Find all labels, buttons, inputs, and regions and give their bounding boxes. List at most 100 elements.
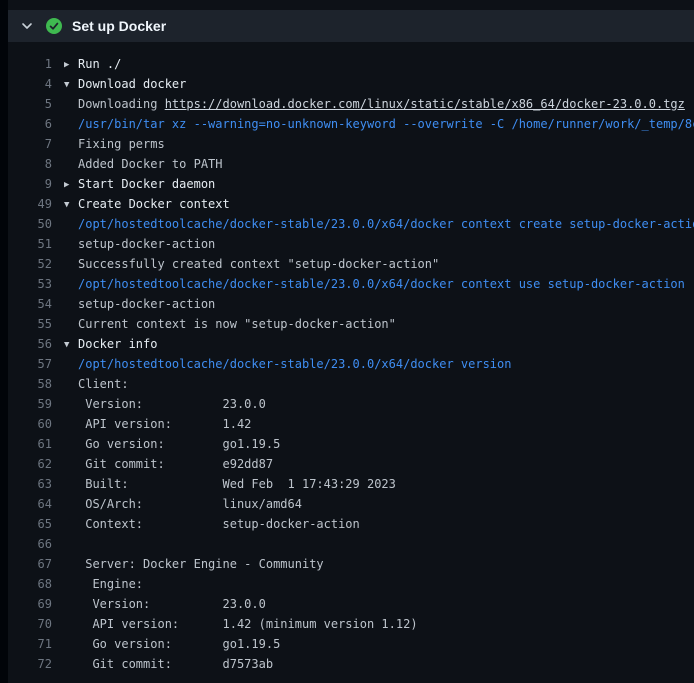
log-text: Successfully created context "setup-dock… — [64, 254, 694, 274]
line-number[interactable]: 53 — [8, 274, 52, 294]
group-expanded-icon[interactable]: ▼ — [64, 195, 78, 214]
line-number[interactable]: 49 — [8, 194, 52, 214]
log-text: Go version: go1.19.5 — [64, 634, 694, 654]
log-line: 58 Client: — [8, 374, 694, 394]
log-line: 59 Version: 23.0.0 — [8, 394, 694, 414]
log-line: 66 — [8, 534, 694, 554]
log-line: 63 Built: Wed Feb 1 17:43:29 2023 — [8, 474, 694, 494]
log-line: 50 /opt/hostedtoolcache/docker-stable/23… — [8, 214, 694, 234]
log-text: Client: — [64, 374, 694, 394]
line-number[interactable]: 57 — [8, 354, 52, 374]
log-text: OS/Arch: linux/amd64 — [64, 494, 694, 514]
log-text: API version: 1.42 — [64, 414, 694, 434]
log-line: 9 ▶Start Docker daemon — [8, 174, 694, 194]
log-line: 55 Current context is now "setup-docker-… — [8, 314, 694, 334]
log-command-text: /opt/hostedtoolcache/docker-stable/23.0.… — [64, 274, 694, 294]
log-text: API version: 1.42 (minimum version 1.12) — [64, 614, 694, 634]
line-number[interactable]: 7 — [8, 134, 52, 154]
log-line: 49 ▼Create Docker context — [8, 194, 694, 214]
group-collapsed-icon[interactable]: ▶ — [64, 175, 78, 194]
group-title[interactable]: Download docker — [78, 77, 186, 91]
line-number[interactable]: 61 — [8, 434, 52, 454]
line-number[interactable]: 1 — [8, 54, 52, 74]
log-text — [64, 534, 694, 554]
log-text: Version: 23.0.0 — [64, 394, 694, 414]
line-number[interactable]: 60 — [8, 414, 52, 434]
log-text: Built: Wed Feb 1 17:43:29 2023 — [64, 474, 694, 494]
log-line: 72 Git commit: d7573ab — [8, 654, 694, 674]
line-number[interactable]: 59 — [8, 394, 52, 414]
line-number[interactable]: 56 — [8, 334, 52, 354]
line-number[interactable]: 54 — [8, 294, 52, 314]
step-header[interactable]: Set up Docker — [8, 10, 694, 42]
log-link[interactable]: https://download.docker.com/linux/static… — [165, 97, 685, 111]
line-number[interactable]: 6 — [8, 114, 52, 134]
log-line: 71 Go version: go1.19.5 — [8, 634, 694, 654]
line-content[interactable]: ▼Download docker — [64, 74, 694, 94]
log-line: 52 Successfully created context "setup-d… — [8, 254, 694, 274]
step-title: Set up Docker — [72, 18, 166, 34]
line-number[interactable]: 8 — [8, 154, 52, 174]
group-collapsed-icon[interactable]: ▶ — [64, 55, 78, 74]
log-line: 54 setup-docker-action — [8, 294, 694, 314]
line-number[interactable]: 70 — [8, 614, 52, 634]
line-number[interactable]: 69 — [8, 594, 52, 614]
line-number[interactable]: 55 — [8, 314, 52, 334]
log-text: setup-docker-action — [64, 234, 694, 254]
line-content: Downloading https://download.docker.com/… — [64, 94, 694, 114]
line-number[interactable]: 67 — [8, 554, 52, 574]
log-text: Version: 23.0.0 — [64, 594, 694, 614]
log-line: 51 setup-docker-action — [8, 234, 694, 254]
line-content[interactable]: ▼Docker info — [64, 334, 694, 354]
log-lines: 1 ▶Run ./ 4 ▼Download docker 5 Downloadi… — [8, 42, 694, 674]
line-content[interactable]: ▶Run ./ — [64, 54, 694, 74]
log-command-text: /usr/bin/tar xz --warning=no-unknown-key… — [64, 114, 694, 134]
log-line: 61 Go version: go1.19.5 — [8, 434, 694, 454]
log-line: 56 ▼Docker info — [8, 334, 694, 354]
log-line: 60 API version: 1.42 — [8, 414, 694, 434]
log-text: Context: setup-docker-action — [64, 514, 694, 534]
log-text: Engine: — [64, 574, 694, 594]
line-number[interactable]: 71 — [8, 634, 52, 654]
log-line: 62 Git commit: e92dd87 — [8, 454, 694, 474]
line-content[interactable]: ▼Create Docker context — [64, 194, 694, 214]
log-text: Downloading — [78, 97, 165, 111]
group-title[interactable]: Create Docker context — [78, 197, 230, 211]
log-line: 6 /usr/bin/tar xz --warning=no-unknown-k… — [8, 114, 694, 134]
line-number[interactable]: 66 — [8, 534, 52, 554]
log-command-text: /opt/hostedtoolcache/docker-stable/23.0.… — [64, 214, 694, 234]
line-number[interactable]: 4 — [8, 74, 52, 94]
line-number[interactable]: 63 — [8, 474, 52, 494]
log-line: 7 Fixing perms — [8, 134, 694, 154]
line-number[interactable]: 58 — [8, 374, 52, 394]
group-title[interactable]: Docker info — [78, 337, 157, 351]
line-number[interactable]: 72 — [8, 654, 52, 674]
line-number[interactable]: 65 — [8, 514, 52, 534]
log-text: Git commit: d7573ab — [64, 654, 694, 674]
log-line: 53 /opt/hostedtoolcache/docker-stable/23… — [8, 274, 694, 294]
line-number[interactable]: 9 — [8, 174, 52, 194]
log-line: 64 OS/Arch: linux/amd64 — [8, 494, 694, 514]
group-title[interactable]: Start Docker daemon — [78, 177, 215, 191]
log-line: 1 ▶Run ./ — [8, 54, 694, 74]
line-number[interactable]: 68 — [8, 574, 52, 594]
group-expanded-icon[interactable]: ▼ — [64, 75, 78, 94]
log-command-text: /opt/hostedtoolcache/docker-stable/23.0.… — [64, 354, 694, 374]
chevron-down-icon[interactable] — [18, 17, 36, 35]
log-line: 69 Version: 23.0.0 — [8, 594, 694, 614]
line-number[interactable]: 62 — [8, 454, 52, 474]
log-line: 5 Downloading https://download.docker.co… — [8, 94, 694, 114]
line-number[interactable]: 64 — [8, 494, 52, 514]
line-number[interactable]: 52 — [8, 254, 52, 274]
line-number[interactable]: 5 — [8, 94, 52, 114]
line-number[interactable]: 50 — [8, 214, 52, 234]
group-title[interactable]: Run ./ — [78, 57, 121, 71]
group-expanded-icon[interactable]: ▼ — [64, 335, 78, 354]
log-line: 67 Server: Docker Engine - Community — [8, 554, 694, 574]
line-number[interactable]: 51 — [8, 234, 52, 254]
line-content[interactable]: ▶Start Docker daemon — [64, 174, 694, 194]
success-check-icon — [46, 18, 62, 34]
log-text: Added Docker to PATH — [64, 154, 694, 174]
left-rail — [0, 0, 8, 683]
log-line: 68 Engine: — [8, 574, 694, 594]
